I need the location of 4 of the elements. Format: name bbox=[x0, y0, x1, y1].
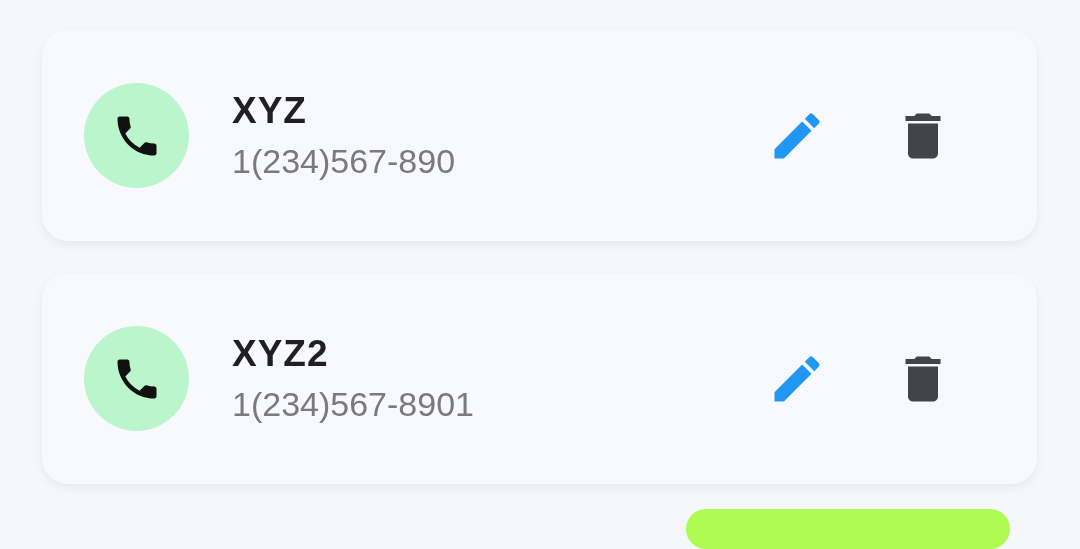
contact-phone: 1(234)567-8901 bbox=[232, 385, 475, 424]
contact-name: XYZ bbox=[232, 90, 308, 132]
contact-phone: 1(234)567-890 bbox=[232, 142, 457, 181]
contact-name: XYZ2 bbox=[232, 333, 330, 375]
